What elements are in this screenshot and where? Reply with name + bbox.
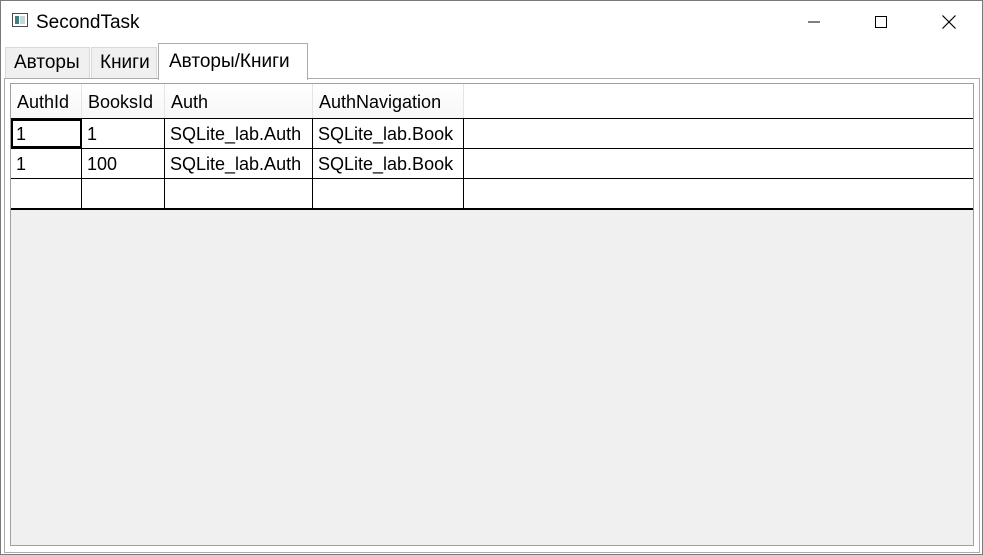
minimize-button[interactable] [780,1,848,43]
tab-books[interactable]: Книги [91,47,157,79]
tab-authors-books[interactable]: Авторы/Книги [158,43,308,80]
grid-header: AuthId BooksId Auth AuthNavigation [11,84,973,118]
tab-authors[interactable]: Авторы [5,47,90,79]
close-icon [942,15,956,29]
maximize-icon [875,16,887,28]
title-bar[interactable]: SecondTask [1,1,982,43]
maximize-button[interactable] [847,1,915,43]
new-row-placeholder[interactable] [11,178,973,210]
minimize-icon [808,21,820,23]
tab-content-panel: AuthId BooksId Auth AuthNavigation 1 1 S… [4,78,980,553]
grid-cell[interactable]: SQLite_lab.Book [313,149,464,178]
table-row[interactable]: 1 1 SQLite_lab.Auth SQLite_lab.Book [11,118,973,148]
main-window: SecondTask Авторы Книги Авторы/Книги Aut… [0,0,983,555]
column-header-booksid[interactable]: BooksId [82,84,165,118]
grid-cell[interactable] [82,179,165,208]
grid-cell[interactable]: SQLite_lab.Book [313,119,464,148]
grid-cell[interactable]: SQLite_lab.Auth [165,149,313,178]
grid-cell[interactable]: SQLite_lab.Auth [165,119,313,148]
grid-cell[interactable]: 1 [82,119,165,148]
grid-cell[interactable] [313,179,464,208]
grid-cell[interactable] [11,179,82,208]
close-button[interactable] [915,1,983,43]
column-header-auth[interactable]: Auth [165,84,313,118]
table-row[interactable]: 1 100 SQLite_lab.Auth SQLite_lab.Book [11,148,973,178]
tab-strip: Авторы Книги Авторы/Книги [4,43,982,80]
column-header-authid[interactable]: AuthId [11,84,82,118]
data-grid[interactable]: AuthId BooksId Auth AuthNavigation 1 1 S… [10,83,974,546]
column-header-authnavigation[interactable]: AuthNavigation [313,84,464,118]
app-window-icon [12,13,28,27]
grid-cell[interactable] [165,179,313,208]
grid-cell[interactable]: 1 [11,149,82,178]
grid-cell[interactable]: 1 [11,119,82,148]
grid-cell[interactable]: 100 [82,149,165,178]
window-title: SecondTask [36,12,140,33]
